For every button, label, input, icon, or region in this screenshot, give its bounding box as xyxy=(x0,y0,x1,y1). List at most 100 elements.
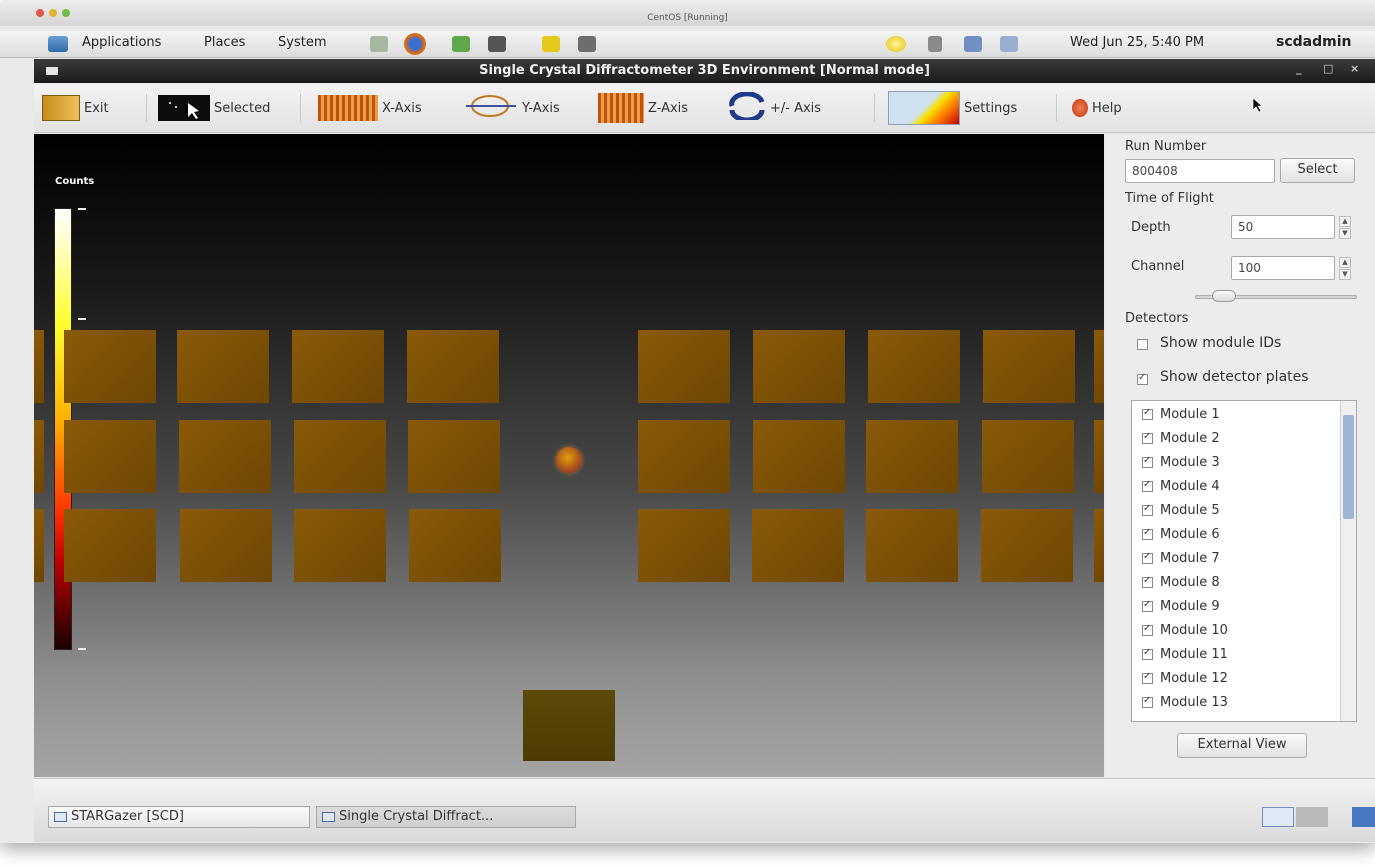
detector-plate[interactable] xyxy=(64,509,156,582)
user-menu[interactable]: scdadmin xyxy=(1276,34,1351,50)
detector-plate[interactable] xyxy=(866,420,958,493)
detector-plate[interactable] xyxy=(408,420,500,493)
external-view-button[interactable]: External View xyxy=(1177,733,1307,758)
module-checkbox[interactable] xyxy=(1142,503,1153,516)
gnome-foot-icon[interactable] xyxy=(48,36,68,52)
plus-minus-axis-button[interactable]: +/- Axis xyxy=(728,91,821,123)
close-window-icon[interactable]: × xyxy=(1350,62,1359,75)
screenshot-icon[interactable] xyxy=(578,36,596,52)
detector-plate[interactable] xyxy=(638,330,730,403)
detector-plate[interactable] xyxy=(1094,330,1104,403)
task-label: STARGazer [SCD] xyxy=(71,809,184,824)
detector-plate[interactable] xyxy=(1094,420,1104,493)
module-checkbox[interactable] xyxy=(1142,551,1153,564)
minimize-window-icon[interactable]: _ xyxy=(1296,62,1302,75)
terminal-icon[interactable] xyxy=(488,36,506,52)
selected-button[interactable]: Selected xyxy=(158,93,270,123)
select-run-button[interactable]: Select xyxy=(1280,158,1355,183)
depth-spin-up-icon[interactable]: ▲ xyxy=(1339,216,1351,227)
channel-spin-up-icon[interactable]: ▲ xyxy=(1339,257,1351,268)
detector-plate[interactable] xyxy=(409,509,501,582)
exit-button[interactable]: Exit xyxy=(42,93,109,123)
detector-plate[interactable] xyxy=(753,330,845,403)
detector-plate[interactable] xyxy=(292,330,384,403)
detector-plate[interactable] xyxy=(64,330,156,403)
module-checkbox[interactable] xyxy=(1142,575,1153,588)
show-module-ids-label[interactable]: Show module IDs xyxy=(1160,335,1281,351)
detector-plate[interactable] xyxy=(34,420,44,493)
module-list-scrollbar[interactable] xyxy=(1340,401,1356,721)
depth-spin-down-icon[interactable]: ▼ xyxy=(1339,228,1351,239)
notes-icon[interactable] xyxy=(542,36,560,52)
updates-icon[interactable] xyxy=(886,36,906,52)
trash-icon[interactable] xyxy=(1352,807,1375,827)
z-axis-button[interactable]: Z-Axis xyxy=(598,93,688,123)
detector-plate[interactable] xyxy=(868,330,960,403)
x-axis-button[interactable]: X-Axis xyxy=(318,93,422,123)
detector-plate[interactable] xyxy=(638,420,730,493)
beam-monitor-plate[interactable] xyxy=(523,690,615,761)
email-icon[interactable] xyxy=(452,36,470,52)
display-icon[interactable] xyxy=(1000,36,1018,52)
detector-plate[interactable] xyxy=(64,420,156,493)
task-stargazer[interactable]: STARGazer [SCD] xyxy=(48,806,310,828)
detector-plate[interactable] xyxy=(34,509,44,582)
channel-spin-down-icon[interactable]: ▼ xyxy=(1339,269,1351,280)
detector-plate[interactable] xyxy=(981,509,1073,582)
y-axis-button[interactable]: Y-Axis xyxy=(466,93,560,123)
menu-system[interactable]: System xyxy=(278,35,326,50)
detector-plate[interactable] xyxy=(982,420,1074,493)
module-checkbox[interactable] xyxy=(1142,647,1153,660)
maximize-window-icon[interactable]: □ xyxy=(1323,62,1333,75)
detector-plate[interactable] xyxy=(866,509,958,582)
detector-plate[interactable] xyxy=(34,330,44,403)
detector-plate[interactable] xyxy=(1094,509,1104,582)
module-label: Module 10 xyxy=(1160,623,1228,638)
channel-slider-handle[interactable] xyxy=(1211,290,1236,302)
module-checkbox[interactable] xyxy=(1142,407,1153,420)
detector-plate[interactable] xyxy=(294,420,386,493)
show-module-ids-checkbox[interactable] xyxy=(1137,339,1148,350)
menu-applications[interactable]: Applications xyxy=(82,35,161,50)
workspace-2[interactable] xyxy=(1296,807,1328,827)
detector-plate[interactable] xyxy=(753,420,845,493)
module-checkbox[interactable] xyxy=(1142,695,1153,708)
module-list[interactable]: Module 1 Module 2 Module 3 Module 4 Modu… xyxy=(1131,400,1357,722)
detector-plate[interactable] xyxy=(179,420,271,493)
app-titlebar: Single Crystal Diffractometer 3D Environ… xyxy=(34,59,1375,83)
detector-plate[interactable] xyxy=(752,509,844,582)
detector-plate[interactable] xyxy=(407,330,499,403)
depth-input[interactable]: 50 xyxy=(1231,215,1335,239)
module-checkbox[interactable] xyxy=(1142,527,1153,540)
run-number-input[interactable]: 800408 xyxy=(1125,159,1275,183)
settings-button[interactable]: Settings xyxy=(888,91,1017,125)
detector-plate[interactable] xyxy=(983,330,1075,403)
show-detector-plates-label[interactable]: Show detector plates xyxy=(1160,369,1309,385)
sample-crystal[interactable] xyxy=(556,447,582,473)
clock[interactable]: Wed Jun 25, 5:40 PM xyxy=(1070,35,1204,50)
network-icon[interactable] xyxy=(964,36,982,52)
detector-plate[interactable] xyxy=(177,330,269,403)
module-checkbox[interactable] xyxy=(1142,455,1153,468)
detector-plate[interactable] xyxy=(180,509,272,582)
colorbar-tick xyxy=(78,648,86,650)
help-button[interactable]: Help xyxy=(1072,93,1122,123)
firefox-icon[interactable] xyxy=(404,33,426,55)
volume-icon[interactable] xyxy=(928,36,942,52)
task-single-crystal[interactable]: Single Crystal Diffract... xyxy=(316,806,576,828)
scrollbar-thumb[interactable] xyxy=(1343,415,1354,519)
channel-input[interactable]: 100 xyxy=(1231,256,1335,280)
module-checkbox[interactable] xyxy=(1142,623,1153,636)
module-checkbox[interactable] xyxy=(1142,479,1153,492)
module-checkbox[interactable] xyxy=(1142,599,1153,612)
module-checkbox[interactable] xyxy=(1142,671,1153,684)
detector-plate[interactable] xyxy=(294,509,386,582)
detector-plate[interactable] xyxy=(638,509,730,582)
control-panel: Run Number 800408 Select Time of Flight … xyxy=(1105,134,1375,777)
workspace-1[interactable] xyxy=(1262,807,1294,827)
show-detector-plates-checkbox[interactable] xyxy=(1137,372,1148,385)
app-launcher-icon[interactable] xyxy=(370,36,388,52)
3d-viewport[interactable]: Counts xyxy=(34,134,1104,777)
menu-places[interactable]: Places xyxy=(204,35,245,50)
module-checkbox[interactable] xyxy=(1142,431,1153,444)
